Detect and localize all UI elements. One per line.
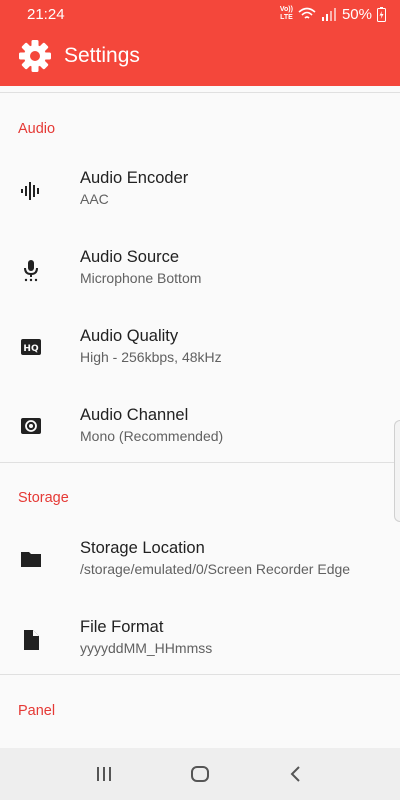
- pref-summary: Microphone Bottom: [80, 270, 202, 286]
- status-icons: Vo)) LTE 50%: [280, 6, 386, 23]
- section-header-audio: Audio: [18, 121, 56, 137]
- recent-apps-button[interactable]: [84, 754, 124, 794]
- recent-apps-icon: [97, 767, 111, 781]
- battery-percentage: 50%: [341, 5, 372, 23]
- back-icon: [290, 766, 300, 782]
- app-header: 21:24 Vo)) LTE 50% Settings: [0, 0, 400, 86]
- navigation-bar: [0, 748, 400, 800]
- home-icon: [191, 766, 209, 782]
- folder-icon: [18, 546, 44, 572]
- pref-summary: AAC: [80, 191, 109, 207]
- pref-title: Audio Source: [80, 248, 180, 266]
- waveform-icon: [18, 178, 44, 204]
- speaker-icon: [18, 413, 44, 439]
- divider: [0, 86, 400, 93]
- signal-icon: [321, 8, 336, 21]
- battery-charging-icon: [377, 6, 386, 22]
- section-header-storage: Storage: [18, 490, 69, 506]
- pref-title: Audio Quality: [80, 327, 179, 345]
- hq-icon: HQ: [18, 334, 44, 360]
- toolbar: Settings: [18, 36, 140, 76]
- section-header-panel: Panel: [18, 703, 56, 719]
- pref-title: Audio Channel: [80, 406, 189, 424]
- page-title: Settings: [64, 44, 140, 67]
- microphone-icon: [18, 257, 44, 283]
- pref-summary: Mono (Recommended): [80, 428, 224, 444]
- pref-summary: High - 256kbps, 48kHz: [80, 349, 222, 365]
- pref-audio-quality[interactable]: HQ Audio Quality High - 256kbps, 48kHz: [0, 326, 400, 366]
- wifi-icon: [298, 7, 316, 19]
- pref-audio-encoder[interactable]: Audio Encoder AAC: [0, 168, 400, 208]
- pref-file-format[interactable]: File Format yyyyddMM_HHmmss: [0, 617, 400, 657]
- settings-list[interactable]: Audio Audio Encoder AAC Audio Source Mic…: [0, 86, 400, 748]
- status-bar: 21:24 Vo)) LTE 50%: [0, 0, 400, 28]
- gear-icon: [19, 40, 51, 72]
- home-button[interactable]: [180, 754, 220, 794]
- pref-audio-source[interactable]: Audio Source Microphone Bottom: [0, 247, 400, 287]
- pref-title: Storage Location: [80, 539, 205, 557]
- back-button[interactable]: [276, 754, 316, 794]
- pref-storage-location[interactable]: Storage Location /storage/emulated/0/Scr…: [0, 538, 400, 578]
- svg-text:HQ: HQ: [23, 344, 39, 354]
- divider: [0, 674, 400, 675]
- divider: [0, 462, 400, 463]
- file-icon: [18, 627, 44, 653]
- status-time: 21:24: [27, 5, 65, 23]
- pref-title: File Format: [80, 618, 164, 636]
- pref-title: Audio Encoder: [80, 169, 189, 187]
- pref-summary: yyyyddMM_HHmmss: [80, 640, 213, 656]
- pref-audio-channel[interactable]: Audio Channel Mono (Recommended): [0, 405, 400, 445]
- pref-summary: /storage/emulated/0/Screen Recorder Edge: [80, 561, 351, 577]
- scroll-handle[interactable]: [394, 420, 400, 522]
- volte-icon: Vo)) LTE: [279, 6, 293, 21]
